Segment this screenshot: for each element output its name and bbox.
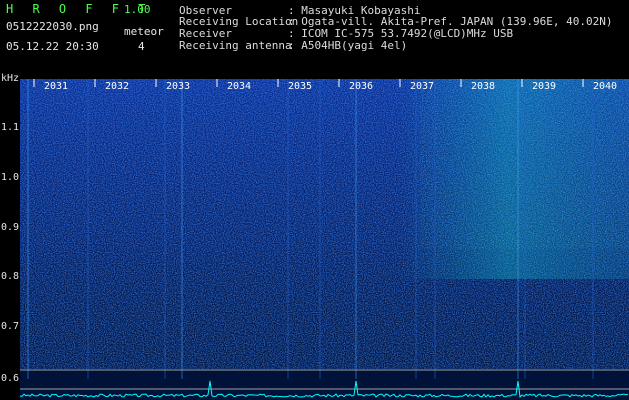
x-tick-label: 2031 [44, 81, 68, 92]
y-tick-0-6: 0.6 [1, 373, 20, 384]
info-value-antenna: : A504HB(yagi 4el) [288, 39, 408, 52]
meteor-label: meteor [124, 25, 164, 38]
file-name: 0512222030.png [6, 20, 99, 33]
y-tick-0-9: 0.9 [1, 222, 20, 233]
spectrogram-plot: 2031 2032 2033 2034 2035 2036 2037 2038 2039 2040 [20, 79, 629, 400]
x-tick-label: 2037 [410, 81, 434, 92]
x-tick-label: 2039 [532, 81, 556, 92]
hrofft-window: H R O F F T 1.00 0512222030.png meteor 0… [0, 0, 629, 400]
x-tick-label: 2035 [288, 81, 312, 92]
x-tick-label: 2032 [105, 81, 129, 92]
y-tick-1-0: 1.0 [1, 172, 20, 183]
meteor-count: 4 [138, 40, 145, 53]
y-tick-0-7: 0.7 [1, 321, 20, 332]
x-tick-label: 2040 [593, 81, 617, 92]
info-key-antenna: Receiving antenna [179, 39, 292, 52]
timestamp: 05.12.22 20:30 [6, 40, 99, 53]
x-tick-label: 2036 [349, 81, 373, 92]
y-axis-unit: kHz [1, 73, 20, 84]
y-tick-0-8: 0.8 [1, 271, 20, 282]
spectrogram-panel: 2031 2032 2033 2034 2035 2036 2037 2038 2039 2040 [20, 79, 629, 400]
app-version: 1.00 [124, 3, 151, 16]
x-tick-label: 2034 [227, 81, 251, 92]
x-tick-label: 2033 [166, 81, 190, 92]
x-tick-label: 2038 [471, 81, 495, 92]
y-tick-1-1: 1.1 [1, 122, 20, 133]
